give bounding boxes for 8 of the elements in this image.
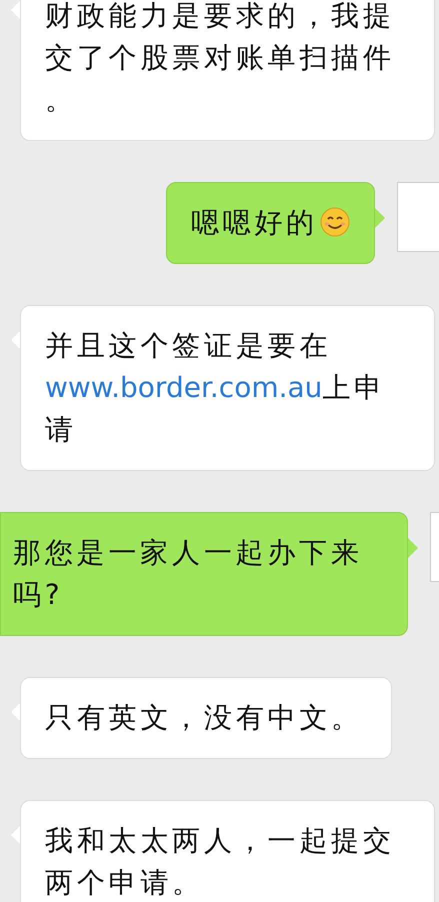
message-text: 那您是一家人一起办下来吗?	[13, 535, 364, 613]
message-text: 嗯嗯好的	[190, 202, 350, 244]
link[interactable]: www.border.com.au	[45, 371, 322, 404]
message-text: 我和太太两人，一起提交两个申请。	[45, 823, 396, 901]
message-text: 财政能力是要求的，我提交了个股票对账单扫描件。	[45, 0, 396, 118]
message-text: 只有英文，没有中文。	[45, 700, 364, 736]
message-text: 并且这个签证是要在 www.border.com.au上申请	[45, 328, 388, 448]
smiley-icon	[320, 207, 350, 237]
